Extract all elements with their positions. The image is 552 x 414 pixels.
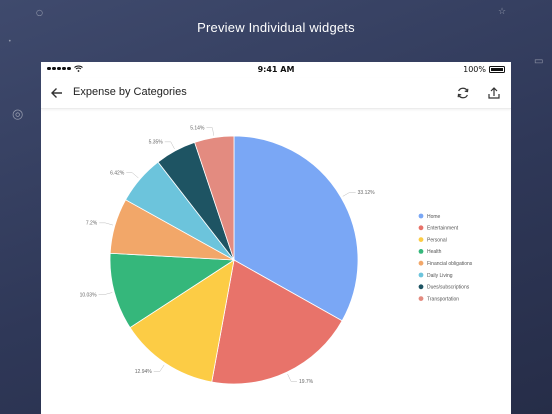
- status-bar: 9:41 AM 100%: [41, 62, 511, 78]
- legend-label-0[interactable]: Home: [427, 214, 441, 220]
- slice-percent-label-5: 6.42%: [110, 170, 125, 176]
- legend-label-2[interactable]: Personal: [427, 237, 447, 243]
- slice-leader-line-6: [164, 141, 175, 150]
- background-dot-icon: •: [8, 38, 12, 45]
- slice-percent-label-0: 33.12%: [358, 190, 376, 196]
- status-time: 9:41 AM: [257, 65, 295, 74]
- slice-leader-line-1: [287, 373, 297, 382]
- legend-swatch-3: [418, 249, 424, 254]
- slice-leader-line-2: [153, 364, 165, 372]
- battery-group: 100%: [463, 65, 505, 74]
- legend-label-5[interactable]: Daily Living: [427, 273, 453, 279]
- back-arrow-icon[interactable]: [49, 85, 65, 101]
- background-target-icon: ◎: [12, 107, 24, 122]
- refresh-icon[interactable]: [455, 85, 471, 101]
- battery-icon: [489, 66, 505, 73]
- legend-swatch-7: [418, 296, 424, 301]
- slice-percent-label-3: 10.03%: [80, 292, 98, 298]
- expense-pie-chart: 33.12% 19.7% 12.94% 10.03% 7.2% 6.42% 5.35% 5.1…: [80, 125, 473, 385]
- legend-label-6[interactable]: Dues/subscriptions: [427, 285, 470, 291]
- slice-percent-label-2: 12.94%: [135, 369, 153, 375]
- export-icon[interactable]: [486, 85, 502, 101]
- legend-swatch-5: [418, 272, 424, 278]
- slice-leader-line-7: [206, 127, 214, 136]
- slice-percent-label-6: 5.35%: [149, 140, 164, 146]
- background-ring-icon: ○: [36, 8, 43, 17]
- slice-percent-label-1: 19.7%: [299, 379, 314, 385]
- background-chart-icon: ▭: [534, 56, 544, 67]
- app-bar: Expense by Categories: [41, 78, 511, 109]
- page-title: Expense by Categories: [73, 86, 187, 98]
- legend-label-1[interactable]: Entertainment: [427, 226, 459, 232]
- device-screen: 9:41 AM 100% Expense by Categories 33.12…: [41, 62, 511, 414]
- legend-label-3[interactable]: Health: [427, 249, 442, 255]
- legend-swatch-1: [418, 225, 424, 231]
- legend-swatch-0: [418, 213, 424, 219]
- legend-swatch-4: [418, 260, 424, 266]
- battery-percent: 100%: [463, 65, 486, 74]
- headline: Preview Individual widgets: [197, 20, 355, 35]
- slice-leader-line-5: [126, 172, 139, 179]
- slice-leader-line-4: [99, 222, 114, 226]
- legend-swatch-6: [418, 284, 424, 290]
- legend-label-7[interactable]: Transportation: [427, 296, 459, 302]
- legend-swatch-2: [418, 237, 424, 243]
- slice-leader-line-0: [342, 192, 356, 197]
- slice-percent-label-4: 7.2%: [86, 221, 98, 227]
- slice-leader-line-3: [98, 292, 113, 295]
- legend-label-4[interactable]: Financial obligations: [427, 261, 473, 267]
- slice-percent-label-7: 5.14%: [190, 125, 205, 131]
- background-star-icon: ☆: [498, 7, 507, 17]
